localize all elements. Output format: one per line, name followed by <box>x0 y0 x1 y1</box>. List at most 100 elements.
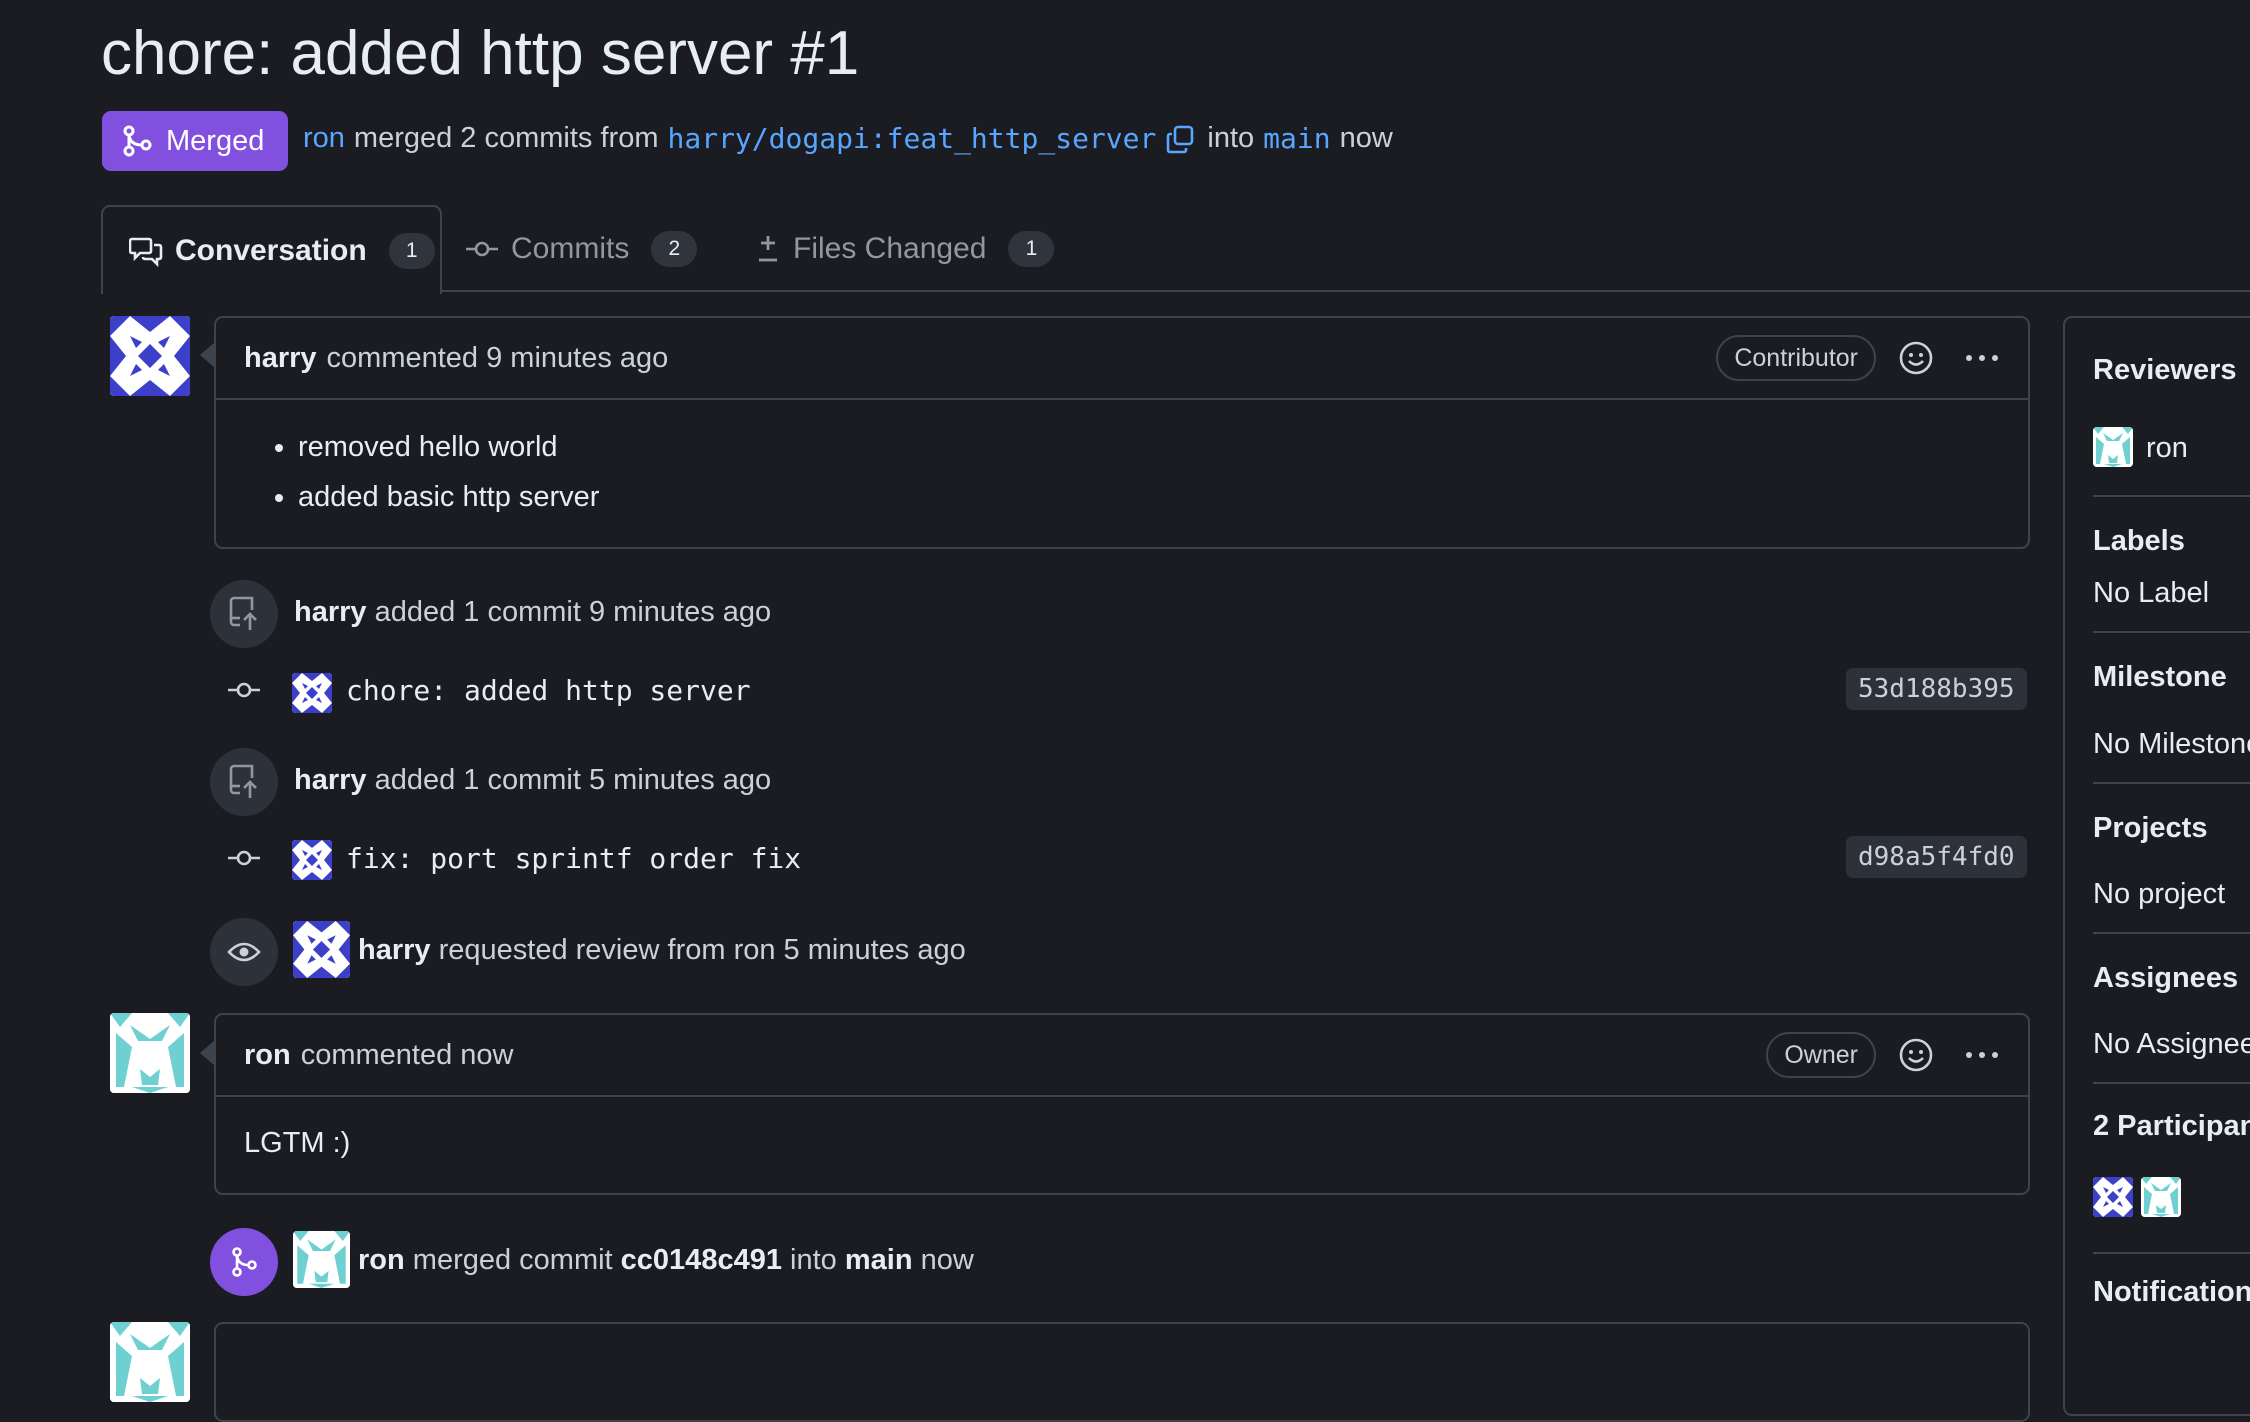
review-event-badge <box>210 918 278 986</box>
merge-text-b: into <box>790 1244 837 1276</box>
tab-files-changed[interactable]: Files Changed 1 <box>755 205 1075 292</box>
review-description: requested review from ron 5 minutes ago <box>438 934 966 966</box>
sidebar-divider <box>2093 1252 2250 1254</box>
merged-time: now <box>1339 122 1393 154</box>
commit-sha-link[interactable]: 53d188b395 <box>1846 668 2027 710</box>
git-commit-icon <box>466 241 498 256</box>
merge-event-badge <box>210 1228 278 1296</box>
ron-avatar[interactable] <box>2141 1177 2181 1217</box>
merged-state-badge: Merged <box>102 111 288 171</box>
merged-state-label: Merged <box>166 124 265 157</box>
git-merge-icon <box>123 125 152 157</box>
harry-avatar[interactable] <box>292 840 332 880</box>
merge-author[interactable]: ron <box>358 1244 405 1276</box>
harry-avatar[interactable] <box>292 673 332 713</box>
push-author[interactable]: harry <box>294 764 367 796</box>
milestone-title[interactable]: Milestone <box>2093 661 2227 694</box>
base-branch-link[interactable]: main <box>1263 122 1330 155</box>
assignees-title[interactable]: Assignees <box>2093 962 2238 995</box>
sidebar-panel <box>2063 316 2250 1416</box>
review-request-text: harry requested review from ron 5 minute… <box>358 934 966 967</box>
merge-branch[interactable]: main <box>845 1244 913 1276</box>
comment-header: harry commented 9 minutes ago Contributo… <box>216 318 2028 400</box>
comment-body: removed hello world added basic http ser… <box>216 400 2028 550</box>
git-commit-icon <box>228 850 260 866</box>
commit-message-link[interactable]: fix: port sprintf order fix <box>346 842 801 875</box>
merge-event-text: ron merged commit cc0148c491 into main n… <box>358 1244 974 1277</box>
assignees-value: No Assignees <box>2093 1028 2250 1060</box>
push-author[interactable]: harry <box>294 596 367 628</box>
projects-value: No project <box>2093 878 2226 910</box>
list-item: added basic http server <box>298 472 2000 522</box>
reviewer-name[interactable]: ron <box>2146 432 2188 465</box>
labels-value: No Label <box>2093 577 2210 609</box>
projects-title[interactable]: Projects <box>2093 812 2207 845</box>
ron-avatar[interactable] <box>293 1231 350 1288</box>
comment-meta[interactable]: commented now <box>301 1039 514 1072</box>
tab-commits-count: 2 <box>651 230 698 267</box>
head-branch-link[interactable]: harry/dogapi:feat_http_server <box>668 122 1157 155</box>
tab-conversation-label: Conversation <box>175 233 367 267</box>
into-text: into <box>1207 122 1255 154</box>
comment-body: LGTM :) <box>244 1127 351 1159</box>
sidebar-divider <box>2093 782 2250 784</box>
smiley-icon[interactable] <box>1898 1037 1934 1073</box>
repo-push-icon <box>229 596 257 630</box>
ron-avatar[interactable] <box>2093 427 2133 467</box>
pr-title: chore: added http server #1 <box>101 19 860 88</box>
owner-badge: Owner <box>1766 1032 1876 1078</box>
ron-avatar[interactable] <box>110 1013 190 1093</box>
tab-conversation[interactable]: Conversation 1 <box>101 205 442 294</box>
harry-avatar[interactable] <box>293 921 350 978</box>
milestone-value: No Milestone <box>2093 728 2250 760</box>
sidebar-divider <box>2093 932 2250 934</box>
comment-header: ron commented now Owner <box>216 1015 2028 1097</box>
copy-icon[interactable] <box>1165 123 1197 155</box>
participants-title: 2 Participants <box>2093 1110 2250 1142</box>
tab-conversation-count: 1 <box>388 232 435 269</box>
push-event-badge <box>210 748 278 816</box>
comment-discussion-icon <box>129 237 163 267</box>
sidebar-divider <box>2093 631 2250 633</box>
list-item: removed hello world <box>298 422 2000 472</box>
harry-avatar[interactable] <box>2093 1177 2133 1217</box>
git-merge-icon <box>232 1247 257 1277</box>
kebab-horizontal-icon[interactable] <box>1964 353 2000 363</box>
tab-commits[interactable]: Commits 2 <box>465 205 715 292</box>
push-description: added 1 commit 9 minutes ago <box>374 596 772 628</box>
diff-icon <box>759 235 777 261</box>
push-event-text: harry added 1 commit 9 minutes ago <box>294 596 771 629</box>
tab-commits-label: Commits <box>511 231 630 265</box>
merged-by-link[interactable]: ron <box>303 122 345 155</box>
comment-pointer <box>200 1041 214 1065</box>
comment-box-ron: ron commented now Owner LGTM :) <box>214 1013 2030 1195</box>
commit-sha-link[interactable]: d98a5f4fd0 <box>1846 836 2027 878</box>
tab-files-changed-label: Files Changed <box>793 231 987 265</box>
sidebar-divider <box>2093 1082 2250 1084</box>
review-author[interactable]: harry <box>358 934 431 966</box>
git-commit-icon <box>228 682 260 698</box>
notifications-title: Notifications <box>2093 1276 2250 1308</box>
contributor-badge: Contributor <box>1716 335 1876 381</box>
kebab-horizontal-icon[interactable] <box>1964 1050 2000 1060</box>
push-description: added 1 commit 5 minutes ago <box>374 764 772 796</box>
merge-time: now <box>920 1244 974 1276</box>
smiley-icon[interactable] <box>1898 340 1934 376</box>
ron-avatar[interactable] <box>110 1322 190 1402</box>
repo-push-icon <box>229 764 257 798</box>
comment-author[interactable]: harry <box>244 342 317 375</box>
comment-meta[interactable]: commented 9 minutes ago <box>327 342 669 375</box>
push-event-badge <box>210 580 278 648</box>
labels-title[interactable]: Labels <box>2093 525 2185 558</box>
reviewers-title[interactable]: Reviewers <box>2093 354 2237 387</box>
harry-avatar[interactable] <box>110 316 190 396</box>
push-event-text: harry added 1 commit 5 minutes ago <box>294 764 771 797</box>
comment-box-partial <box>214 1322 2030 1422</box>
eye-icon <box>227 942 261 962</box>
commit-message-link[interactable]: chore: added http server <box>346 674 751 707</box>
merge-commit-sha[interactable]: cc0148c491 <box>621 1244 782 1276</box>
merge-text-a: merged commit <box>412 1244 613 1276</box>
comment-pointer <box>200 343 214 367</box>
tab-files-changed-count: 1 <box>1008 230 1055 267</box>
comment-author[interactable]: ron <box>244 1039 291 1072</box>
